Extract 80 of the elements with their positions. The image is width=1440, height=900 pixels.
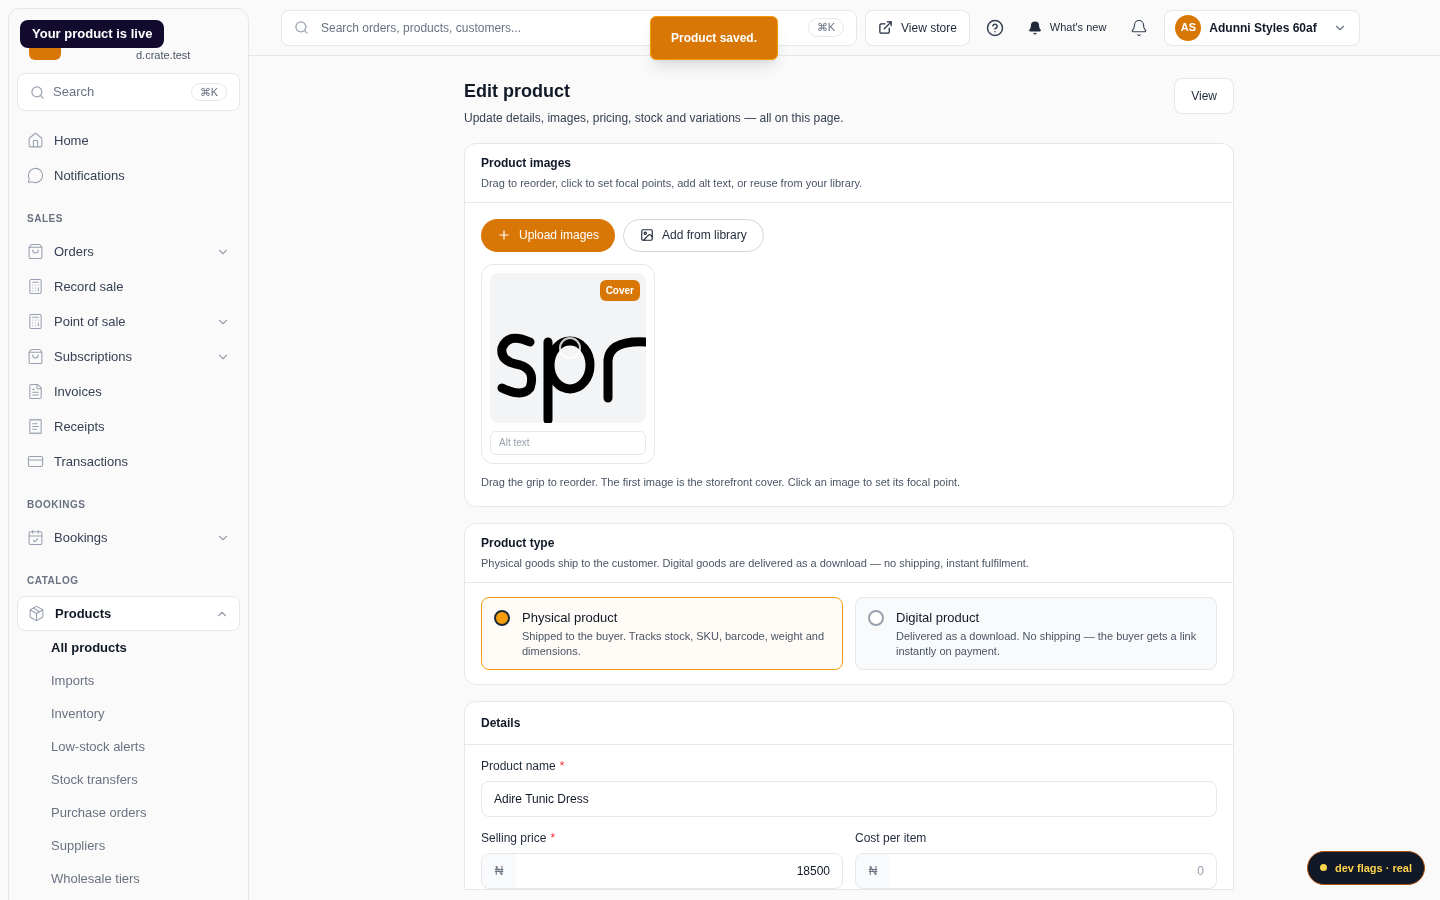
dev-flags-badge[interactable]: dev flags · real [1306,850,1425,885]
type-option[interactable]: Digital product Delivered as a download. No shipping — the buyer gets a link instantly on payment. [855,596,1217,670]
type-option[interactable]: Physical product Shipped to the buyer. Tracks stock, SKU, barcode, weight and dimensions. [481,596,843,670]
card-title: Details [465,702,1233,745]
view-button[interactable]: View [1174,78,1234,114]
card-title: Product type [481,535,556,552]
search-field[interactable]: Search ⌘K [17,73,240,111]
price-field[interactable]: ₦ 18500 [481,853,843,889]
store-domain: d.crate.test [136,47,191,63]
sidebar-item[interactable]: Subscriptions [17,339,240,374]
search-icon [294,20,309,35]
calendar-icon [27,529,44,546]
calculator-icon [27,278,44,295]
sidebar-item[interactable]: Products [17,596,240,631]
account-menu[interactable]: AS Adunni Styles 60af [1164,9,1360,46]
sidebar-subitem[interactable]: Purchase orders [51,796,240,829]
sidebar-item[interactable]: Point of sale [17,304,240,339]
required-marker: * [559,758,565,775]
document-icon [27,383,44,400]
section-heading: BOOKINGS [26,498,87,512]
help-icon[interactable] [985,18,1004,37]
sidebar-subitem[interactable]: All products [51,631,240,664]
currency-prefix: ₦ [482,854,516,888]
sidebar-item[interactable]: Orders [17,234,240,269]
card-title: Product images [481,155,573,172]
sidebar-item[interactable]: Bookings [17,520,240,555]
library-button[interactable]: Add from library [623,218,764,252]
whats-new-button[interactable]: What's new [1019,19,1115,36]
search-placeholder: Search [53,83,96,102]
speech-bubble-icon [27,167,44,184]
sidebar-item[interactable]: Invoices [17,374,240,409]
external-link-icon [878,20,893,35]
receipt-icon [27,418,44,435]
home-icon [27,132,44,149]
card-description: Drag to reorder, click to set focal points, add alt text, or reuse from your library. [481,176,864,191]
option-title: Physical product [522,608,619,627]
field-label: Product name [481,758,556,775]
search-placeholder: Search orders, products, customers... [321,19,523,37]
sidebar-subitem[interactable]: Inventory [51,697,240,730]
currency-prefix: ₦ [856,854,890,888]
search-icon [30,84,45,100]
sidebar-item[interactable]: Receipts [17,409,240,444]
radio-button[interactable] [494,609,510,626]
sidebar-item[interactable]: Record sale [17,269,240,304]
field-label: Selling price [481,830,547,847]
section-heading: SALES [26,212,64,226]
section-heading: CATALOG [26,574,80,588]
page-title: Edit product [464,80,571,103]
card-icon [27,453,44,470]
sidebar-subitem[interactable]: Suppliers [51,829,240,862]
sidebar-subitem[interactable]: Wholesale tiers [51,862,240,895]
bag-icon [27,348,44,365]
sidebar-item[interactable]: Transactions [17,444,240,479]
sidebar-subitem[interactable]: Stock transfers [51,763,240,796]
bag-icon [27,243,44,260]
card-description: Physical goods ship to the customer. Digital goods are delivered as a download — no shipping, instant fulfilment. [481,556,1030,571]
sidebar-item[interactable]: Notifications [17,158,240,193]
images-hint: Drag the grip to reorder. The first image is the storefront cover. Click an image to set its focal point. [481,474,962,490]
bell-icon [1027,20,1042,35]
tooltip: Your product is live [20,20,165,48]
required-marker: * [550,830,556,847]
option-description: Shipped to the buyer. Tracks stock, SKU, barcode, weight and dimensions. [522,629,826,659]
box-icon [28,605,45,622]
calculator-icon [27,313,44,330]
sidebar-item[interactable]: Home [17,123,240,158]
view-store-button[interactable]: View store [865,9,970,46]
price-field[interactable]: ₦ 0 [855,853,1217,889]
sidebar-subitem[interactable]: Low-stock alerts [51,730,240,763]
radio-button[interactable] [868,609,884,626]
field-label: Cost per item [855,830,927,847]
notifications-icon[interactable] [1130,18,1149,37]
input-field[interactable]: Adire Tunic Dress [481,781,1217,817]
avatar: AS [1175,14,1202,41]
option-title: Digital product [896,608,981,627]
sidebar-subitem[interactable]: Imports [51,664,240,697]
page-subtitle: Update details, images, pricing, stock and variations — all on this page. [464,110,844,127]
plus-icon [497,228,511,242]
image-icon [640,228,655,242]
toast: Product saved. [650,16,779,60]
option-description: Delivered as a download. No shipping — the buyer gets a link instantly on payment. [896,629,1198,659]
